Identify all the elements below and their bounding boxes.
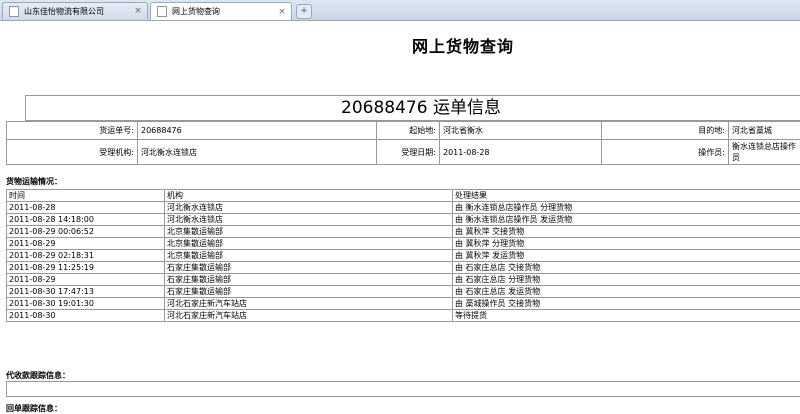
cell-org: 河北石家庄新汽车站店	[165, 310, 453, 322]
info-value: 2011-08-28	[440, 140, 602, 165]
info-key: 货运单号:	[7, 122, 138, 140]
cell-time: 2011-08-30 19:01:30	[7, 298, 165, 310]
info-key: 受理日期:	[377, 140, 440, 165]
return-section-label: 回单跟踪信息：	[6, 403, 62, 414]
cell-time: 2011-08-29 00:06:52	[7, 226, 165, 238]
cell-result: 由 冀秋萍 分理货物	[453, 238, 800, 250]
tracking-table: 时间 机构 处理结果 2011-08-28河北衡水连锁店由 衡水连锁总店操作员 …	[6, 189, 800, 322]
cod-tracking-box	[6, 381, 800, 397]
info-key: 操作员:	[602, 140, 729, 165]
cell-result: 由 冀秋萍 交接货物	[453, 226, 800, 238]
cell-org: 石家庄集散运输部	[165, 274, 453, 286]
column-header-result: 处理结果	[453, 190, 800, 202]
cell-result: 由 衡水连锁总店操作员 分理货物	[453, 202, 800, 214]
cell-org: 河北衡水连锁店	[165, 202, 453, 214]
tracking-section-label: 货物运输情况：	[6, 176, 62, 187]
column-header-org: 机构	[165, 190, 453, 202]
cell-time: 2011-08-29 02:18:31	[7, 250, 165, 262]
table-row: 2011-08-28 14:18:00河北衡水连锁店由 衡水连锁总店操作员 发运…	[7, 214, 800, 226]
cell-org: 石家庄集散运输部	[165, 262, 453, 274]
cell-result: 由 石家庄总店 交接货物	[453, 262, 800, 274]
close-tab-icon[interactable]: ×	[277, 7, 287, 17]
page-content: 网上货物查询 20688476 运单信息 货运单号: 20688476 起始地:…	[0, 21, 800, 413]
page-icon	[9, 6, 19, 17]
cell-time: 2011-08-29	[7, 274, 165, 286]
cell-time: 2011-08-28 14:18:00	[7, 214, 165, 226]
table-row: 2011-08-29北京集散运输部由 冀秋萍 分理货物	[7, 238, 800, 250]
cell-result: 由 石家庄总店 分理货物	[453, 274, 800, 286]
info-key: 受理机构:	[7, 140, 138, 165]
cell-result: 等待提货	[453, 310, 800, 322]
waybill-info-table: 货运单号: 20688476 起始地: 河北省衡水 目的地: 河北省藁城 受理机…	[6, 121, 800, 165]
cell-result: 由 衡水连锁总店操作员 发运货物	[453, 214, 800, 226]
cell-time: 2011-08-29 11:25:19	[7, 262, 165, 274]
table-row: 2011-08-30 17:47:13石家庄集散运输部由 石家庄总店 发运货物	[7, 286, 800, 298]
browser-tab-bar: 山东佳怡物流有限公司 × 网上货物查询 × +	[0, 0, 800, 21]
table-row: 2011-08-29 00:06:52北京集散运输部由 冀秋萍 交接货物	[7, 226, 800, 238]
info-value: 河北衡水连锁店	[138, 140, 377, 165]
tracking-header-row: 时间 机构 处理结果	[7, 190, 800, 202]
tab-label: 网上货物查询	[172, 6, 277, 17]
info-key: 起始地:	[377, 122, 440, 140]
info-value: 衡水连锁总店操作员	[729, 140, 800, 165]
cell-org: 北京集散运输部	[165, 238, 453, 250]
tab-shandong-jiayi[interactable]: 山东佳怡物流有限公司 ×	[2, 2, 148, 19]
waybill-header: 20688476 运单信息	[25, 95, 800, 121]
table-row: 2011-08-30河北石家庄新汽车站店等待提货	[7, 310, 800, 322]
new-tab-button[interactable]: +	[296, 4, 312, 19]
cell-time: 2011-08-29	[7, 238, 165, 250]
info-row: 货运单号: 20688476 起始地: 河北省衡水 目的地: 河北省藁城	[7, 122, 800, 140]
tab-cargo-query[interactable]: 网上货物查询 ×	[150, 2, 292, 20]
info-value: 河北省衡水	[440, 122, 602, 140]
info-value: 20688476	[138, 122, 377, 140]
cell-time: 2011-08-30 17:47:13	[7, 286, 165, 298]
cell-org: 北京集散运输部	[165, 226, 453, 238]
info-value: 河北省藁城	[729, 122, 800, 140]
cell-result: 由 藁城操作员 交接货物	[453, 298, 800, 310]
cell-org: 河北衡水连锁店	[165, 214, 453, 226]
column-header-time: 时间	[7, 190, 165, 202]
cell-result: 由 石家庄总店 发运货物	[453, 286, 800, 298]
cell-time: 2011-08-30	[7, 310, 165, 322]
cell-org: 河北石家庄新汽车站店	[165, 298, 453, 310]
cell-org: 石家庄集散运输部	[165, 286, 453, 298]
table-row: 2011-08-28河北衡水连锁店由 衡水连锁总店操作员 分理货物	[7, 202, 800, 214]
cell-time: 2011-08-28	[7, 202, 165, 214]
cell-org: 北京集散运输部	[165, 250, 453, 262]
table-row: 2011-08-29 11:25:19石家庄集散运输部由 石家庄总店 交接货物	[7, 262, 800, 274]
page-title: 网上货物查询	[0, 33, 800, 57]
info-row: 受理机构: 河北衡水连锁店 受理日期: 2011-08-28 操作员: 衡水连锁…	[7, 140, 800, 165]
close-tab-icon[interactable]: ×	[133, 6, 143, 16]
tab-label: 山东佳怡物流有限公司	[24, 6, 133, 17]
page-icon	[157, 6, 167, 17]
table-row: 2011-08-29石家庄集散运输部由 石家庄总店 分理货物	[7, 274, 800, 286]
table-row: 2011-08-30 19:01:30河北石家庄新汽车站店由 藁城操作员 交接货…	[7, 298, 800, 310]
table-row: 2011-08-29 02:18:31北京集散运输部由 冀秋萍 发运货物	[7, 250, 800, 262]
info-key: 目的地:	[602, 122, 729, 140]
cell-result: 由 冀秋萍 发运货物	[453, 250, 800, 262]
cod-section-label: 代收款跟踪信息：	[6, 370, 70, 381]
